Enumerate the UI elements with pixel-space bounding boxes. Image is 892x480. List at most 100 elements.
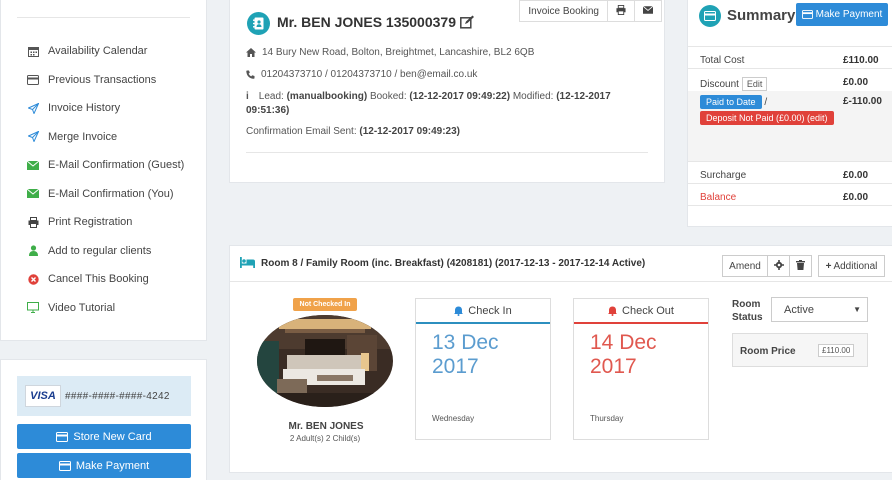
menu-item-email-confirmation-you[interactable]: E-Mail Confirmation (You) (27, 180, 184, 209)
menu-item-label: Previous Transactions (48, 73, 157, 86)
guest-name: Mr. BEN JONES 135000379 (277, 14, 456, 30)
balance-value: £0.00 (843, 192, 869, 203)
room-status-value: Active (784, 303, 814, 316)
additional-label: Additional (833, 260, 878, 272)
menu-list: Availability Calendar Previous Transacti… (27, 37, 184, 322)
print-icon (27, 216, 39, 228)
booked-prefix: Booked: (369, 91, 407, 102)
paid-to-date-badge: Paid to Date (700, 95, 762, 109)
address-book-icon (247, 12, 270, 35)
summary-bottom-divider (688, 205, 892, 206)
menu-item-cancel-booking[interactable]: Cancel This Booking (27, 265, 184, 294)
home-icon (246, 48, 256, 57)
summary-make-payment-label: Make Payment (815, 9, 883, 20)
menu-item-add-regular-client[interactable]: Add to regular clients (27, 237, 184, 266)
confirm-prefix: Confirmation Email Sent: (246, 126, 357, 137)
menu-item-label: Merge Invoice (48, 130, 118, 143)
menu-item-label: E-Mail Confirmation (Guest) (48, 159, 185, 172)
confirmation-email-info: Confirmation Email Sent: (12-12-2017 09:… (246, 126, 460, 137)
store-new-card-label: Store New Card (73, 430, 152, 443)
menu-item-print-registration[interactable]: Print Registration (27, 208, 184, 237)
discount-value: £0.00 (843, 77, 869, 88)
check-in-weekday: Wednesday (432, 414, 475, 423)
room-status-select[interactable]: Active ▼ (771, 297, 868, 322)
room-settings-button[interactable] (767, 255, 790, 277)
email-button[interactable] (635, 1, 661, 21)
room-price-value[interactable]: £110.00 (818, 344, 855, 357)
paper-plane-icon (27, 131, 39, 143)
menu-item-availability-calendar[interactable]: Availability Calendar (27, 37, 184, 66)
surcharge-label: Surcharge (700, 170, 747, 181)
credit-card-icon (801, 10, 813, 19)
total-cost-label: Total Cost (700, 55, 745, 66)
print-button[interactable] (608, 1, 635, 21)
room-actions: Amend + Additional (722, 255, 885, 277)
check-out-year: 2017 (590, 355, 637, 378)
surcharge-row: Surcharge £0.00 (688, 161, 892, 183)
menu-item-merge-invoice[interactable]: Merge Invoice (27, 123, 184, 152)
credit-card-icon (58, 460, 71, 471)
lead-value: (manualbooking) (286, 91, 368, 102)
guest-address: 14 Bury New Road, Bolton, Breightmet, La… (262, 47, 535, 58)
booked-value: (12-12-2017 09:49:22) (409, 91, 511, 102)
discount-edit-button[interactable]: Edit (741, 77, 768, 91)
trash-icon (796, 259, 805, 273)
paid-separator: / (764, 97, 768, 108)
credit-card-icon (699, 5, 721, 27)
bell-icon (608, 306, 618, 316)
check-in-button[interactable]: Check In (416, 299, 550, 324)
guest-name-heading: Mr. BEN JONES 135000379 (277, 14, 475, 30)
store-new-card-button[interactable]: Store New Card (17, 424, 191, 449)
user-icon (27, 245, 39, 257)
balance-row: Balance £0.00 (688, 183, 892, 205)
room-delete-button[interactable] (789, 255, 812, 277)
visa-logo: VISA (25, 385, 61, 407)
summary-make-payment-button[interactable]: Make Payment (796, 3, 888, 26)
room-status-label: Room Status (732, 298, 766, 324)
envelope-icon (642, 5, 654, 17)
deposit-not-paid-badge[interactable]: Deposit Not Paid (£0.00) (edit) (700, 111, 834, 125)
lead-info: i Lead: (manualbooking) Booked: (12-12-2… (246, 90, 641, 118)
deposit-cell: Deposit Not Paid (£0.00) (edit) (700, 111, 834, 125)
room-status-label-text: Room Status (732, 299, 763, 323)
room-price-label: Room Price (740, 346, 796, 357)
cancel-icon (27, 273, 39, 285)
paid-value: £-110.00 (843, 96, 882, 107)
check-out-date: 14 Dec 2017 (590, 331, 657, 379)
guest-toolbar: Invoice Booking (519, 0, 662, 22)
make-payment-button[interactable]: Make Payment (17, 453, 191, 478)
card-number: ####-####-####-4242 (65, 390, 170, 402)
check-in-year: 2017 (432, 355, 479, 378)
payment-card-panel: VISA ####-####-####-4242 Store New Card … (0, 359, 207, 480)
info-icon: i (246, 91, 249, 102)
menu-item-invoice-history[interactable]: Invoice History (27, 94, 184, 123)
amend-button[interactable]: Amend (722, 255, 768, 277)
additional-button[interactable]: + Additional (818, 255, 885, 277)
room-guest-occupancy: 2 Adult(s) 2 Child(s) (289, 434, 361, 443)
summary-panel: Summary Make Payment Total Cost £110.00 … (687, 0, 892, 227)
discount-row: Discount Edit £0.00 (688, 68, 892, 91)
menu-item-previous-transactions[interactable]: Previous Transactions (27, 66, 184, 95)
discount-label: Discount (700, 78, 739, 90)
room-price-box: Room Price £110.00 (732, 333, 868, 367)
paid-row: Paid to Date / £-110.00 Deposit Not Paid… (688, 91, 892, 161)
edit-icon[interactable] (460, 15, 475, 29)
check-out-button[interactable]: Check Out (574, 299, 708, 324)
total-cost-value: £110.00 (843, 55, 879, 66)
menu-item-label: Invoice History (48, 102, 121, 115)
menu-item-video-tutorial[interactable]: Video Tutorial (27, 294, 184, 323)
bed-icon (240, 257, 255, 268)
modified-prefix: Modified: (512, 91, 554, 102)
bell-icon (454, 306, 464, 316)
check-status-badge: Not Checked In (293, 298, 357, 311)
invoice-booking-button[interactable]: Invoice Booking (520, 1, 608, 21)
plus-icon: + (825, 260, 832, 272)
summary-title: Summary (727, 7, 796, 24)
balance-label: Balance (700, 192, 737, 203)
confirm-value: (12-12-2017 09:49:23) (359, 126, 461, 137)
saved-card[interactable]: VISA ####-####-####-4242 (17, 376, 191, 416)
menu-divider (17, 17, 190, 18)
guest-address-row: 14 Bury New Road, Bolton, Breightmet, La… (246, 47, 534, 58)
guest-divider (246, 152, 648, 153)
menu-item-email-confirmation-guest[interactable]: E-Mail Confirmation (Guest) (27, 151, 184, 180)
